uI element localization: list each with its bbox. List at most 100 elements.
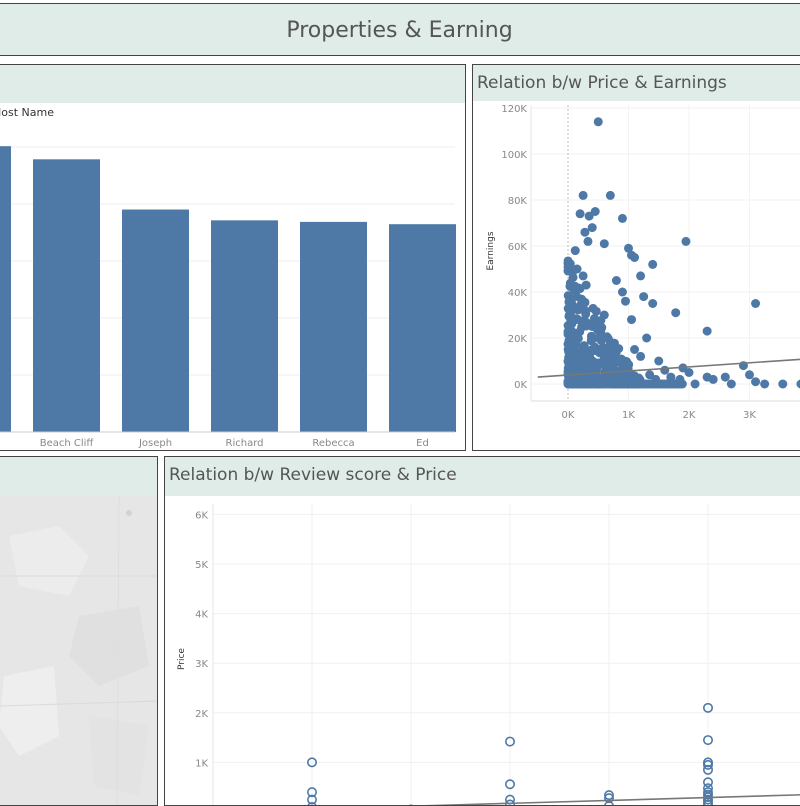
pe-y-tick: 80K bbox=[508, 196, 528, 207]
map-panel-header bbox=[0, 457, 157, 496]
pe-point bbox=[583, 236, 593, 246]
pe-point bbox=[611, 276, 621, 285]
dashboard-title-bar: Properties & Earning bbox=[0, 3, 800, 56]
pe-point bbox=[593, 117, 603, 127]
rp-y-tick: 2K bbox=[195, 709, 208, 720]
bar bbox=[300, 221, 367, 432]
pe-point bbox=[620, 296, 630, 306]
bar bbox=[389, 224, 456, 432]
map-panel[interactable] bbox=[0, 456, 158, 806]
pe-point bbox=[572, 264, 582, 274]
pe-point bbox=[684, 368, 694, 377]
pe-point bbox=[702, 326, 712, 336]
pe-point bbox=[796, 379, 800, 389]
review-price-panel-title: Relation b/w Review score & Price bbox=[169, 465, 457, 485]
top-hosts-panel[interactable]: Host Name Beach Cliff Joseph Richard Rebecc… bbox=[0, 64, 466, 451]
bar bbox=[211, 220, 278, 432]
pe-point bbox=[648, 299, 658, 308]
pe-point bbox=[671, 308, 681, 318]
review-price-panel[interactable]: Relation b/w Review score & Price 1K 2K 3K… bbox=[164, 456, 800, 806]
pe-point bbox=[570, 246, 580, 256]
pe-point bbox=[587, 322, 597, 331]
rp-y-tick: 6K bbox=[195, 510, 208, 521]
pe-point bbox=[778, 379, 788, 389]
pe-y-tick: 20K bbox=[508, 334, 528, 345]
column-header-host-name: Host Name bbox=[0, 106, 54, 119]
pe-point bbox=[569, 285, 579, 295]
pe-point bbox=[681, 236, 691, 246]
review-price-scatter-chart[interactable]: 1K 2K 3K 4K 5K 6K Price bbox=[165, 496, 800, 806]
pe-point bbox=[611, 347, 621, 357]
rp-y-axis-label: Price bbox=[177, 648, 187, 670]
pe-point bbox=[581, 280, 591, 290]
pe-y-tick: 100K bbox=[501, 150, 527, 161]
bar-category-label: Joseph bbox=[138, 438, 172, 449]
pe-point bbox=[617, 287, 627, 297]
pe-point bbox=[660, 365, 670, 375]
pe-point bbox=[580, 227, 590, 237]
pe-y-tick: 40K bbox=[508, 288, 528, 299]
pe-point bbox=[586, 356, 596, 366]
pe-point bbox=[605, 190, 615, 200]
pe-point bbox=[726, 379, 736, 389]
pe-point bbox=[605, 338, 615, 348]
pe-point bbox=[751, 299, 761, 308]
pe-point bbox=[577, 294, 587, 304]
top-hosts-bar-chart[interactable]: Host Name Beach Cliff Joseph Richard Rebecc… bbox=[0, 103, 466, 451]
pe-x-tick: 3K bbox=[743, 410, 756, 421]
pe-point bbox=[599, 310, 609, 320]
pe-point bbox=[627, 315, 637, 325]
rp-y-tick: 1K bbox=[195, 758, 208, 769]
pe-point bbox=[563, 304, 573, 314]
pe-point bbox=[639, 292, 649, 302]
pe-y-tick: 0K bbox=[514, 380, 527, 391]
pe-point bbox=[666, 377, 676, 387]
pe-point bbox=[563, 256, 573, 266]
price-earnings-panel-title: Relation b/w Price & Earnings bbox=[477, 73, 727, 93]
pe-point bbox=[760, 379, 770, 389]
review-price-panel-header: Relation b/w Review score & Price bbox=[165, 457, 800, 496]
rp-y-tick: 5K bbox=[195, 560, 208, 571]
bar-category-label: Rebecca bbox=[312, 438, 354, 449]
top-hosts-panel-header bbox=[0, 65, 465, 103]
pe-point bbox=[599, 239, 609, 249]
pe-point bbox=[642, 333, 652, 343]
pe-point bbox=[648, 259, 658, 269]
pe-point bbox=[690, 379, 700, 389]
pe-point bbox=[590, 207, 600, 216]
pe-point bbox=[617, 213, 627, 223]
pe-point bbox=[578, 271, 588, 281]
price-earnings-panel-header: Relation b/w Price & Earnings bbox=[473, 65, 800, 101]
pe-x-tick: 2K bbox=[683, 410, 696, 421]
pe-point bbox=[751, 377, 761, 387]
pe-point bbox=[708, 374, 718, 384]
pe-point bbox=[651, 374, 661, 384]
pe-point bbox=[636, 351, 646, 361]
pe-x-tick: 0K bbox=[562, 410, 575, 421]
pe-point bbox=[720, 372, 730, 382]
pe-point bbox=[745, 370, 754, 380]
pe-point bbox=[593, 333, 603, 343]
pe-point bbox=[573, 305, 583, 315]
pe-point bbox=[570, 358, 580, 368]
bar bbox=[0, 146, 11, 433]
bar bbox=[122, 209, 189, 432]
dashboard-title: Properties & Earning bbox=[286, 18, 513, 43]
bar-category-label: Beach Cliff bbox=[40, 438, 95, 449]
pe-point bbox=[578, 190, 588, 200]
pe-point bbox=[588, 303, 598, 313]
pe-point bbox=[675, 374, 685, 384]
pe-point bbox=[590, 346, 600, 356]
pe-point bbox=[602, 356, 612, 366]
price-earnings-scatter-chart[interactable]: 0K 20K 40K 60K 80K 100K 120K 0K 1K 2K 3K Earnings bbox=[473, 101, 800, 451]
pe-point bbox=[624, 368, 633, 377]
pe-point bbox=[566, 337, 576, 347]
price-earnings-panel[interactable]: Relation b/w Price & Earnings 0K 20K 40K 60… bbox=[472, 64, 800, 451]
pe-y-tick: 60K bbox=[508, 242, 528, 253]
pe-point bbox=[564, 329, 574, 339]
pe-point bbox=[630, 253, 640, 262]
map-background[interactable] bbox=[0, 496, 158, 806]
pe-point bbox=[636, 271, 646, 281]
pe-point bbox=[630, 345, 640, 354]
rp-y-tick: 3K bbox=[195, 659, 208, 670]
